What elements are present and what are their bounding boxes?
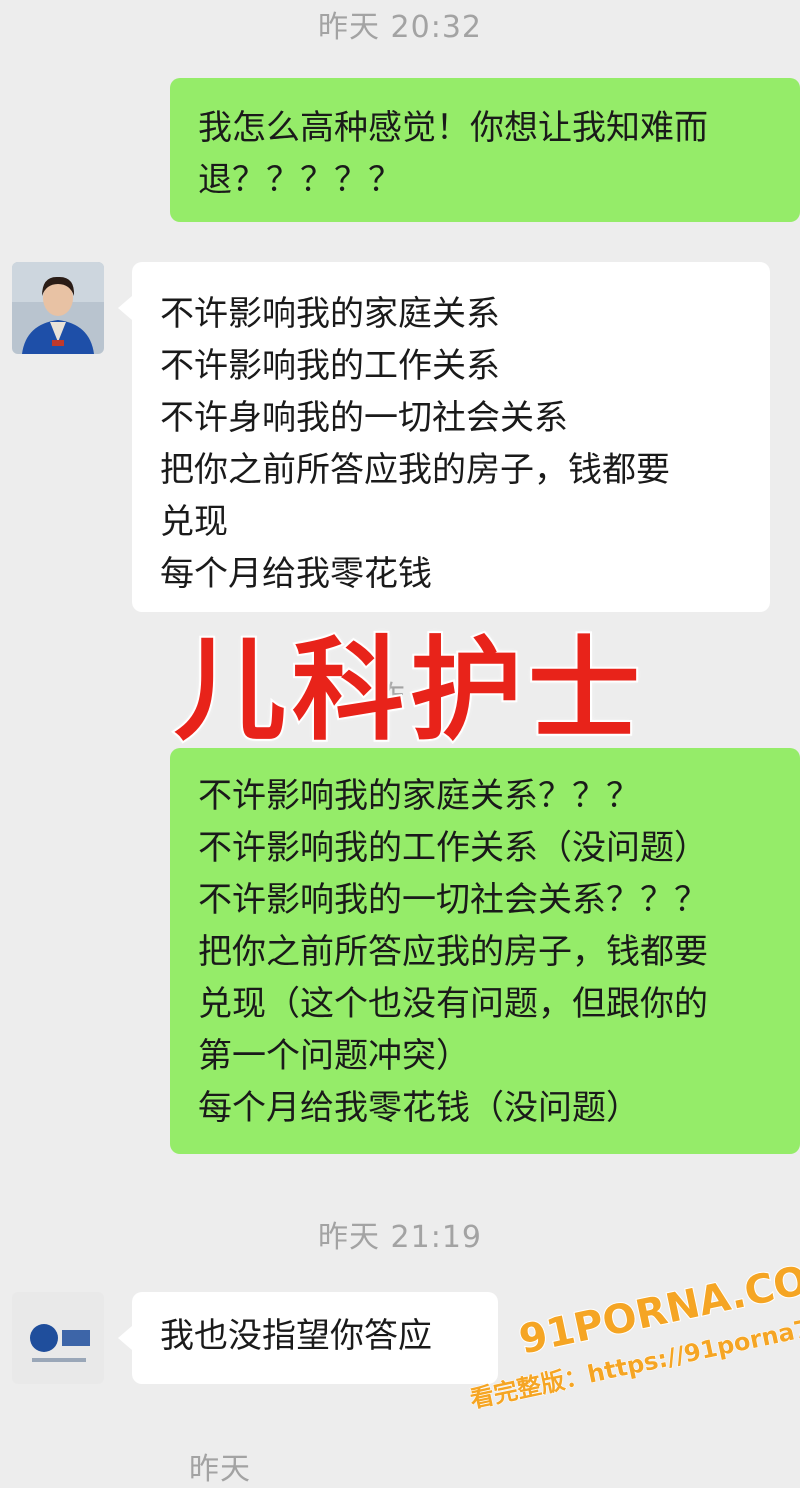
message-line: 每个月给我零花钱 bbox=[160, 554, 432, 594]
message-line: 兑现（这个也没有问题，但跟你的 bbox=[198, 984, 708, 1024]
overlay-title: 儿科护士 bbox=[172, 624, 646, 758]
message-line: 不许影响我的家庭关系？？？ bbox=[198, 776, 640, 816]
timestamp: 昨天 21:19 bbox=[318, 1220, 482, 1255]
message-line: 我怎么高种感觉！你想让我知难而 bbox=[198, 108, 708, 148]
message-line: 把你之前所答应我的房子，钱都要 bbox=[160, 450, 670, 490]
message-line: 把你之前所答应我的房子，钱都要 bbox=[198, 932, 708, 972]
contact-avatar[interactable] bbox=[12, 1292, 104, 1384]
message-line: 不许影响我的一切社会关系？？？ bbox=[198, 880, 708, 920]
message-line: 我也没指望你答应 bbox=[160, 1316, 432, 1356]
contact-avatar[interactable] bbox=[12, 262, 104, 354]
message-line: 不许影响我的工作关系（没问题） bbox=[198, 828, 708, 868]
message-line: 兑现 bbox=[160, 502, 228, 542]
message-line: 不许身响我的一切社会关系 bbox=[160, 398, 568, 438]
message-line: 退？？？？？ bbox=[198, 160, 402, 200]
message-line: 不许影响我的家庭关系 bbox=[160, 294, 500, 334]
timestamp: 昨天 20:32 bbox=[318, 10, 482, 45]
avatar-logo-icon bbox=[12, 1292, 104, 1384]
message-line: 第一个问题冲突） bbox=[198, 1036, 470, 1076]
message-bubble-incoming[interactable]: 不许影响我的家庭关系 不许影响我的工作关系 不许身响我的一切社会关系 把你之前所… bbox=[118, 262, 770, 612]
message-bubble-outgoing[interactable]: 我怎么高种感觉！你想让我知难而 退？？？？？ bbox=[170, 78, 800, 222]
message-line: 不许影响我的工作关系 bbox=[160, 346, 500, 386]
avatar-photo-icon bbox=[12, 262, 104, 354]
timestamp: 昨天 bbox=[189, 1452, 251, 1487]
message-bubble-outgoing[interactable]: 不许影响我的家庭关系？？？ 不许影响我的工作关系（没问题） 不许影响我的一切社会… bbox=[170, 748, 800, 1154]
message-bubble-incoming[interactable]: 我也没指望你答应 bbox=[118, 1292, 498, 1384]
message-line: 每个月给我零花钱（没问题） bbox=[198, 1088, 640, 1128]
